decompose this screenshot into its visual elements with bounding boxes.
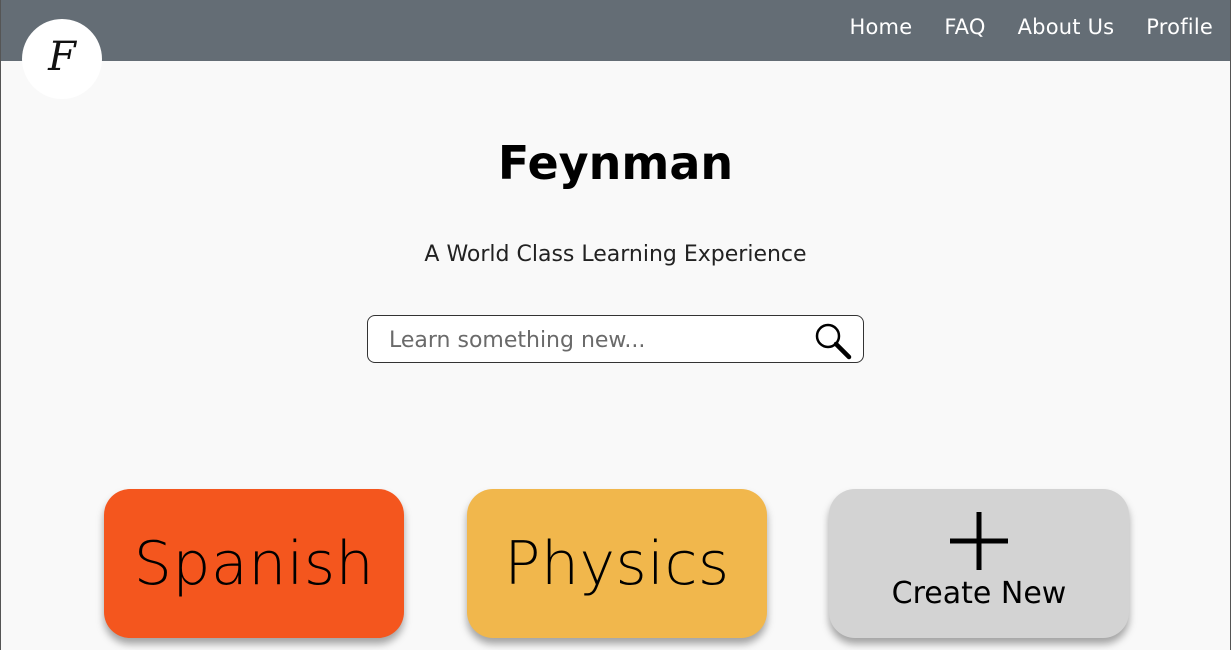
feynman-logo[interactable]: F — [22, 19, 102, 99]
search-input[interactable] — [387, 316, 811, 364]
page-title: Feynman — [497, 136, 734, 190]
course-card-spanish[interactable]: Spanish — [104, 489, 404, 638]
nav-faq-link[interactable]: FAQ — [944, 15, 985, 39]
page-subtitle: A World Class Learning Experience — [424, 242, 807, 267]
search-box — [367, 315, 864, 364]
nav-profile-link[interactable]: Profile — [1146, 15, 1213, 39]
top-navigation-bar: Home FAQ About Us Profile — [1, 0, 1230, 61]
search-icon[interactable] — [813, 321, 853, 361]
course-card-physics[interactable]: Physics — [467, 489, 767, 638]
nav-home-link[interactable]: Home — [850, 15, 913, 39]
logo-letter: F — [48, 34, 76, 80]
course-card-label: Spanish — [133, 528, 375, 599]
create-new-card[interactable]: Create New — [829, 489, 1129, 638]
nav-about-us-link[interactable]: About Us — [1018, 15, 1115, 39]
plus-icon — [950, 512, 1008, 570]
create-new-label: Create New — [891, 576, 1067, 611]
main-nav: Home FAQ About Us Profile — [850, 15, 1214, 39]
course-card-label: Physics — [504, 528, 730, 599]
